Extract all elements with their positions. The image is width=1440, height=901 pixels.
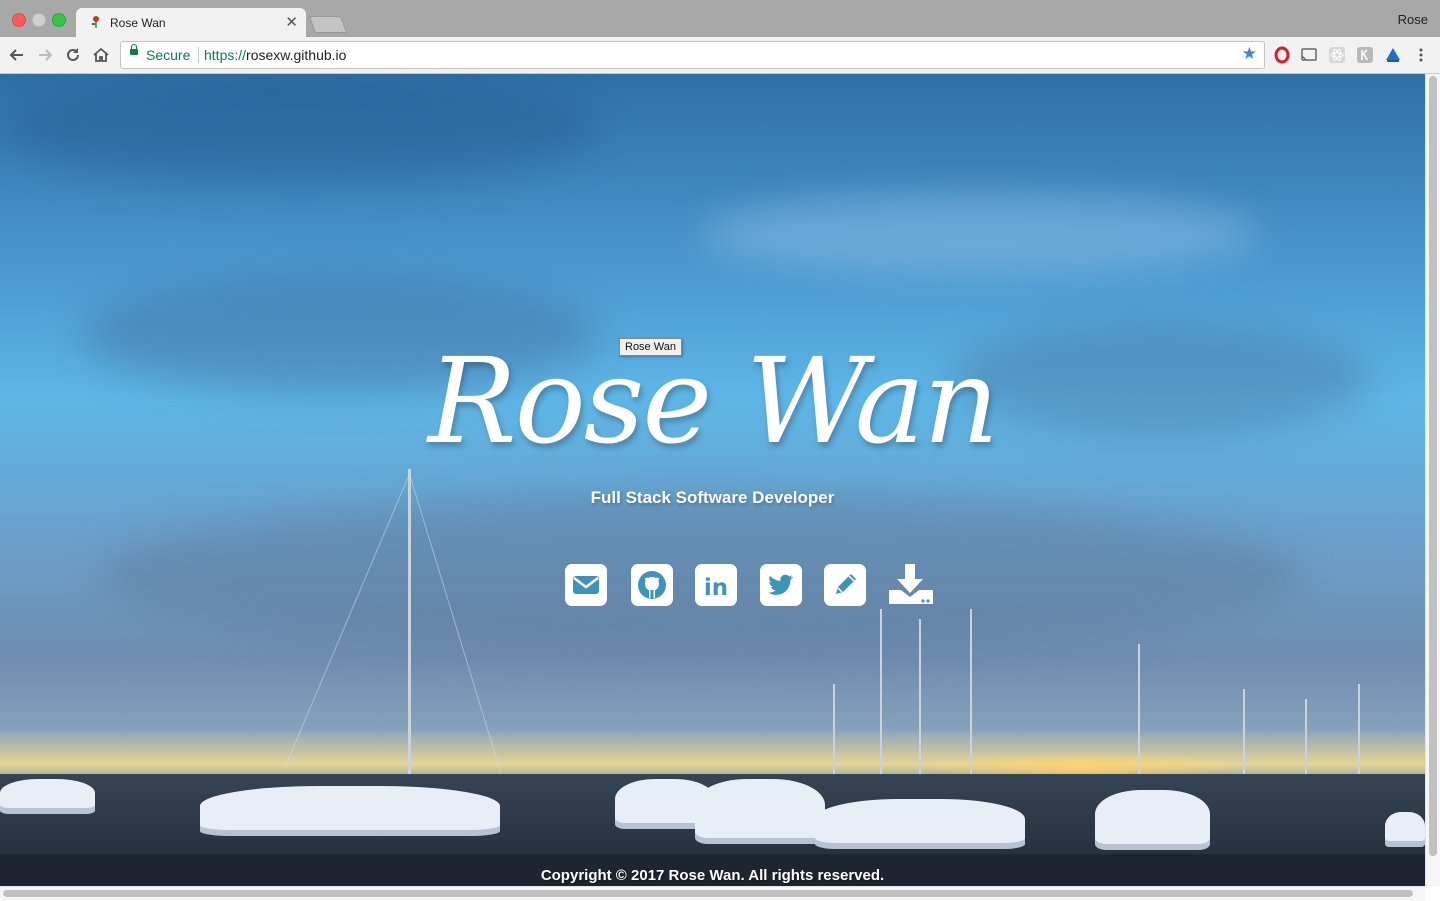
tab-close-icon[interactable]: ✕ [285, 13, 298, 31]
secure-label: Secure [146, 47, 191, 63]
url-text: https://rosexw.github.io [204, 47, 346, 63]
covered-boat [1095, 790, 1210, 850]
boat-mast [970, 609, 972, 799]
back-arrow-icon[interactable] [7, 45, 27, 65]
horizontal-scrollbar[interactable] [0, 886, 1425, 901]
browser-window: Rose Wan ✕ Rose Secure https://rosexw.gi… [0, 0, 1440, 901]
cloud-shape [700, 194, 1260, 274]
boat-mast [408, 469, 411, 789]
name-tooltip: Rose Wan [619, 338, 682, 356]
covered-boat [695, 779, 825, 844]
opera-icon[interactable] [1273, 46, 1291, 64]
omnibox-divider [198, 47, 199, 63]
hero-name-heading: Rose Wan [427, 332, 999, 470]
hero-subtitle: Full Stack Software Developer [590, 488, 835, 507]
browser-toolbar: Secure https://rosexw.github.io ★ [0, 37, 1440, 74]
google-drive-icon[interactable] [1384, 46, 1402, 64]
window-close-button[interactable] [12, 13, 26, 27]
boat-mast [1138, 644, 1140, 794]
new-tab-button[interactable] [308, 16, 348, 33]
github-icon[interactable] [631, 564, 673, 606]
react-devtools-icon[interactable] [1328, 46, 1346, 64]
star-icon[interactable]: ★ [1242, 44, 1257, 64]
home-icon[interactable] [91, 45, 111, 65]
window-minimize-button[interactable] [32, 13, 46, 27]
tab-active[interactable]: Rose Wan ✕ [76, 8, 306, 37]
address-bar[interactable]: Secure https://rosexw.github.io ★ [120, 41, 1265, 69]
boat-mast [919, 619, 921, 799]
reload-icon[interactable] [63, 45, 83, 65]
forward-arrow-icon[interactable] [35, 45, 55, 65]
extension-k-icon[interactable] [1356, 46, 1374, 64]
page-viewport: Rose Wan Rose Wan Full Stack Software De… [0, 74, 1425, 886]
profile-name[interactable]: Rose [1398, 12, 1428, 27]
tab-title: Rose Wan [110, 16, 166, 30]
url-scheme: https:// [204, 47, 247, 63]
url-host: rosexw.github.io [246, 47, 347, 63]
window-maximize-button[interactable] [52, 13, 66, 27]
footer-copyright: Copyright © 2017 Rose Wan. All rights re… [540, 867, 885, 884]
linkedin-icon[interactable]: in [695, 564, 737, 606]
resume-download-icon[interactable] [888, 564, 933, 606]
tab-strip: Rose Wan ✕ Rose [0, 0, 1440, 37]
svg-text:in: in [704, 575, 728, 601]
rose-favicon-icon [91, 16, 99, 28]
cloud-shape [0, 74, 600, 184]
boat-mast [880, 609, 882, 799]
vertical-scroll-thumb[interactable] [1429, 76, 1437, 856]
covered-boat [0, 779, 95, 814]
covered-boat [200, 786, 500, 836]
lock-icon [130, 44, 138, 55]
email-icon[interactable] [565, 564, 607, 606]
twitter-icon[interactable] [760, 564, 802, 606]
menu-dots-icon[interactable] [1412, 46, 1430, 64]
social-links: in [565, 564, 945, 608]
covered-boat [815, 799, 1025, 849]
vertical-scrollbar[interactable] [1425, 74, 1440, 886]
cast-icon[interactable] [1300, 46, 1318, 64]
covered-boat [1385, 812, 1425, 847]
horizontal-scroll-thumb[interactable] [3, 890, 1413, 897]
blog-pencil-icon[interactable] [824, 564, 866, 606]
